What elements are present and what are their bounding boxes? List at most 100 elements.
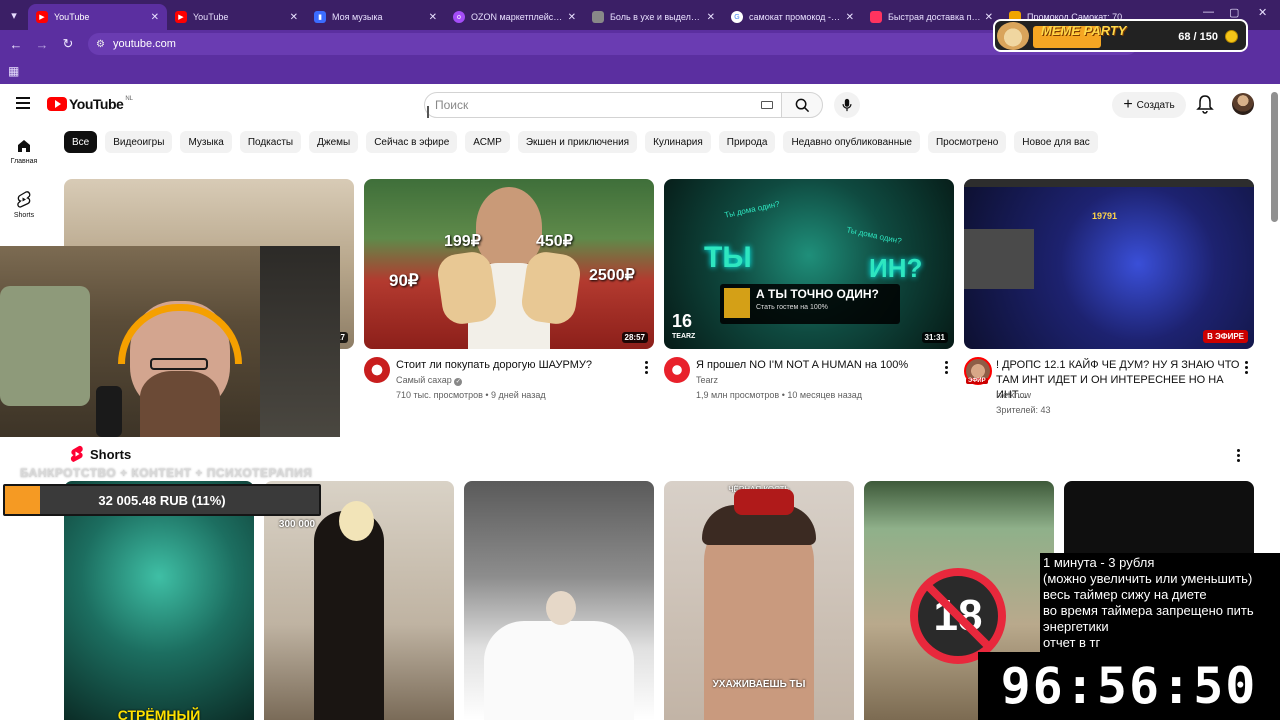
more-actions-icon[interactable] [1245, 361, 1248, 374]
video-card[interactable]: 199₽ 450₽ 90₽ 2500₽ 28:57 Стоит ли покуп… [364, 179, 654, 409]
chip-recently-uploaded[interactable]: Недавно опубликованные [783, 131, 920, 153]
search-icon [795, 98, 809, 112]
close-tab-icon[interactable]: ✕ [290, 12, 298, 23]
close-window-icon[interactable]: ✕ [1258, 6, 1267, 19]
search-button[interactable] [781, 92, 823, 118]
chip-asmr[interactable]: АСМР [465, 131, 510, 153]
webcam-shelf [260, 246, 340, 437]
tab-search-button[interactable]: ▾ [0, 0, 28, 30]
search-input[interactable] [435, 98, 735, 112]
account-avatar[interactable] [1232, 93, 1254, 115]
channel-avatar[interactable] [664, 357, 690, 383]
chip-new-for-you[interactable]: Новое для вас [1014, 131, 1098, 153]
age-rating-text: 16 [672, 311, 693, 331]
short-card[interactable]: СТРЁМНЫЙ [64, 481, 254, 720]
thumb-small-text: Ты дома один? [845, 225, 903, 246]
video-thumbnail[interactable]: 199₽ 450₽ 90₽ 2500₽ 28:57 [364, 179, 654, 349]
channel-name[interactable]: Tearz [696, 375, 718, 385]
short-card[interactable]: 300 000 [264, 481, 454, 720]
google-favicon-icon: G [731, 11, 743, 23]
reload-icon[interactable]: ↻ [56, 32, 80, 56]
chip-action-adventure[interactable]: Экшен и приключения [517, 131, 638, 153]
video-stats: 710 тыс. просмотров • 9 дней назад [396, 390, 546, 400]
maximize-icon[interactable]: ▢ [1229, 6, 1239, 19]
video-thumbnail[interactable]: ТЫ ИН? Ты дома один? Ты дома один? А ТЫ … [664, 179, 954, 349]
page-scrollbar[interactable] [1271, 92, 1278, 222]
apps-grid-icon[interactable]: ▦ [8, 64, 19, 78]
notifications-bell-icon[interactable] [1196, 94, 1214, 114]
close-tab-icon[interactable]: ✕ [568, 12, 576, 23]
channel-avatar[interactable] [364, 357, 390, 383]
stream-caption: БАНКРОТСТВО + КОНТЕНТ + ПСИХОТЕРАПИЯ [20, 466, 313, 480]
presenter-face [476, 187, 542, 267]
chip-jams[interactable]: Джемы [309, 131, 359, 153]
shawarma-right [519, 249, 583, 327]
close-tab-icon[interactable]: ✕ [151, 12, 159, 23]
tab-google-search[interactable]: G самокат промокод - Пои ✕ [723, 4, 862, 30]
document-favicon-icon [592, 11, 604, 23]
chip-all[interactable]: Все [64, 131, 98, 153]
back-arrow-icon[interactable]: ← [4, 32, 28, 56]
plus-icon: + [1123, 96, 1133, 113]
short-card[interactable]: ЧЁРНАЯ КОСТЬ УХАЖИВАЕШЬ ТЫ [664, 481, 854, 720]
site-info-icon[interactable]: ⚙ [96, 39, 105, 50]
close-tab-icon[interactable]: ✕ [985, 12, 993, 23]
url-text: youtube.com [112, 38, 176, 50]
tab-samokat[interactable]: Быстрая доставка прод ✕ [862, 4, 1001, 30]
price-tag: 199₽ [444, 233, 481, 250]
keyboard-icon[interactable] [761, 101, 773, 109]
short-bath-foam [484, 621, 634, 720]
chip-watched[interactable]: Просмотрено [927, 131, 1007, 153]
nav-shorts[interactable]: Shorts [0, 191, 48, 219]
video-title[interactable]: ! ДРОПС 12.1 КАЙФ ЧЕ ДУМ? НУ Я ЗНАЮ ЧТО … [996, 358, 1240, 403]
more-actions-icon[interactable] [645, 361, 648, 374]
game-counter: 19791 [1092, 211, 1118, 221]
chip-music[interactable]: Музыка [180, 131, 232, 153]
minimize-icon[interactable]: — [1203, 6, 1214, 18]
video-card-live[interactable]: 19791 В ЭФИРЕ ЭФИР ! ДРОПС 12.1 КАЙФ ЧЕ … [964, 179, 1254, 415]
tab-label: Боль в ухе и выделения [610, 12, 703, 22]
search-box[interactable] [424, 92, 784, 118]
close-tab-icon[interactable]: ✕ [707, 12, 715, 23]
channel-name[interactable]: Самый сахар ✓ [396, 375, 463, 386]
video-thumbnail[interactable]: 19791 В ЭФИРЕ [964, 179, 1254, 349]
youtube-logo[interactable]: YouTube NL [47, 96, 133, 112]
chip-cooking[interactable]: Кулинария [645, 131, 711, 153]
chip-podcasts[interactable]: Подкасты [239, 131, 302, 153]
chip-nature[interactable]: Природа [718, 131, 776, 153]
tab-music[interactable]: ▮ Моя музыка ✕ [306, 4, 445, 30]
close-tab-icon[interactable]: ✕ [846, 12, 854, 23]
video-card[interactable]: ТЫ ИН? Ты дома один? Ты дома один? А ТЫ … [664, 179, 954, 409]
coin-icon [1225, 30, 1238, 43]
tab-youtube[interactable]: ▶ YouTube ✕ [167, 4, 306, 30]
close-tab-icon[interactable]: ✕ [429, 12, 437, 23]
streamer-webcam-overlay [0, 246, 340, 437]
forward-arrow-icon[interactable]: → [30, 32, 54, 56]
rule-line: 1 минута - 3 рубля [1043, 555, 1155, 570]
url-field[interactable]: ⚙ youtube.com [88, 33, 1138, 55]
price-tag: 2500₽ [589, 267, 635, 284]
chip-gaming[interactable]: Видеоигры [105, 131, 173, 153]
headphones-icon [118, 304, 242, 364]
channel-name[interactable]: Ivelknow [996, 390, 1031, 400]
live-viewers: Зрителей: 43 [996, 405, 1051, 415]
voice-search-button[interactable] [834, 92, 860, 118]
shorts-more-icon[interactable] [1237, 449, 1240, 462]
chip-live[interactable]: Сейчас в эфире [366, 131, 458, 153]
video-title[interactable]: Стоит ли покупать дорогую ШАУРМУ? [396, 358, 636, 373]
nav-shorts-label: Shorts [13, 212, 35, 219]
video-title[interactable]: Я прошел NO I'M NOT A HUMAN на 100% [696, 358, 936, 373]
more-actions-icon[interactable] [945, 361, 948, 374]
tab-ear-pain[interactable]: Боль в ухе и выделения ✕ [584, 4, 723, 30]
video-meta: Стоит ли покупать дорогую ШАУРМУ? Самый … [364, 349, 654, 409]
create-button[interactable]: + Создать [1112, 92, 1186, 118]
menu-hamburger-icon[interactable] [16, 97, 30, 109]
short-card[interactable] [464, 481, 654, 720]
shorts-title: Shorts [90, 446, 132, 462]
thumb-small-text: Ты дома один? [723, 199, 781, 220]
rule-line: во время таймера запрещено пить [1043, 603, 1254, 618]
nav-home[interactable]: Главная [0, 138, 48, 165]
channel-watermark: TEARZ [672, 333, 696, 340]
tab-ozon[interactable]: o OZON маркетплейс – ми ✕ [445, 4, 584, 30]
tab-youtube-active[interactable]: ▶ YouTube ✕ [28, 4, 167, 30]
